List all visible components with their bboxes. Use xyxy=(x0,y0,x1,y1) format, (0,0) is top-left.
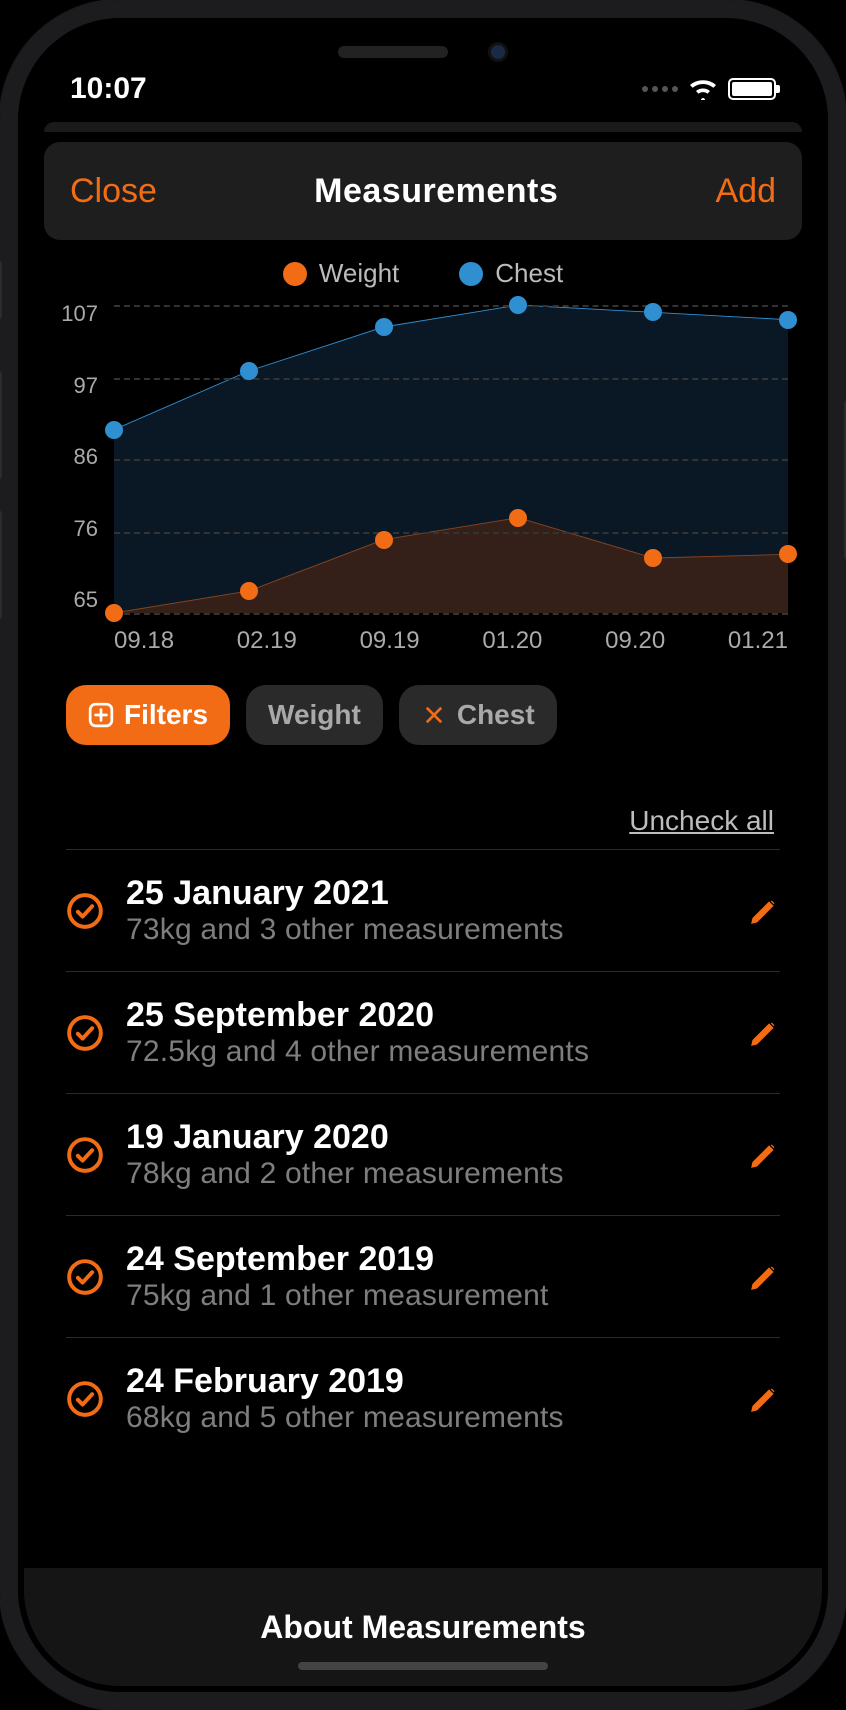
phone-frame: 10:07 Close Measurements Add Weight xyxy=(0,0,846,1710)
x-axis: 09.1802.1909.1901.2009.2001.21 xyxy=(114,627,788,655)
measurement-list: 25 January 202173kg and 3 other measurem… xyxy=(44,849,802,1459)
list-item-summary: 68kg and 5 other measurements xyxy=(126,1401,726,1435)
page-title: Measurements xyxy=(314,172,558,211)
chart-legend: Weight Chest xyxy=(44,240,802,301)
circle-icon xyxy=(459,262,483,286)
speaker-grill xyxy=(338,46,448,58)
check-circle-icon[interactable] xyxy=(66,1014,104,1052)
circle-icon xyxy=(283,262,307,286)
list-item-text: 25 September 202072.5kg and 4 other meas… xyxy=(126,996,726,1069)
list-item[interactable]: 25 January 202173kg and 3 other measurem… xyxy=(66,849,780,971)
data-point[interactable] xyxy=(779,545,797,563)
data-point[interactable] xyxy=(375,531,393,549)
filters-chip-label: Filters xyxy=(124,699,208,731)
phone-volume-down xyxy=(0,510,2,620)
notch xyxy=(273,24,573,80)
content: Weight Chest 10797867665 09.1802.1909.19… xyxy=(24,240,822,1686)
weight-chip[interactable]: Weight xyxy=(246,685,383,745)
edit-icon[interactable] xyxy=(748,1139,780,1171)
data-point[interactable] xyxy=(105,604,123,622)
close-icon xyxy=(421,702,447,728)
y-axis: 10797867665 xyxy=(52,301,98,613)
list-item-date: 25 January 2021 xyxy=(126,874,726,913)
legend-chest-label: Chest xyxy=(495,258,563,289)
edit-icon[interactable] xyxy=(748,895,780,927)
data-point[interactable] xyxy=(509,296,527,314)
edit-icon[interactable] xyxy=(748,1261,780,1293)
check-circle-icon[interactable] xyxy=(66,892,104,930)
list-item-summary: 78kg and 2 other measurements xyxy=(126,1157,726,1191)
close-button[interactable]: Close xyxy=(70,172,157,211)
legend-chest[interactable]: Chest xyxy=(459,258,563,289)
chest-chip-label: Chest xyxy=(457,699,535,731)
list-item-text: 25 January 202173kg and 3 other measurem… xyxy=(126,874,726,947)
list-item-text: 24 September 201975kg and 1 other measur… xyxy=(126,1240,726,1313)
edit-icon[interactable] xyxy=(748,1017,780,1049)
uncheck-row: Uncheck all xyxy=(44,745,802,849)
chart: 10797867665 09.1802.1909.1901.2009.2001.… xyxy=(44,301,802,661)
about-measurements-label: About Measurements xyxy=(260,1609,585,1646)
data-point[interactable] xyxy=(779,311,797,329)
phone-silence-switch xyxy=(0,260,2,320)
list-item[interactable]: 24 September 201975kg and 1 other measur… xyxy=(66,1215,780,1337)
list-item-date: 25 September 2020 xyxy=(126,996,726,1035)
list-item-date: 19 January 2020 xyxy=(126,1118,726,1157)
data-point[interactable] xyxy=(375,318,393,336)
sheet-top-edge xyxy=(44,122,802,132)
status-time: 10:07 xyxy=(70,72,147,106)
plus-square-icon xyxy=(88,702,114,728)
list-item[interactable]: 24 February 201968kg and 5 other measure… xyxy=(66,1337,780,1459)
cellular-dots-icon xyxy=(642,86,678,92)
phone-volume-up xyxy=(0,370,2,480)
list-item[interactable]: 19 January 202078kg and 2 other measurem… xyxy=(66,1093,780,1215)
front-camera xyxy=(488,42,508,62)
list-item-date: 24 September 2019 xyxy=(126,1240,726,1279)
list-item-date: 24 February 2019 xyxy=(126,1362,726,1401)
uncheck-all-link[interactable]: Uncheck all xyxy=(629,805,774,836)
data-point[interactable] xyxy=(509,509,527,527)
weight-chip-label: Weight xyxy=(268,699,361,731)
home-indicator[interactable] xyxy=(298,1662,548,1670)
check-circle-icon[interactable] xyxy=(66,1136,104,1174)
filters-chip[interactable]: Filters xyxy=(66,685,230,745)
check-circle-icon[interactable] xyxy=(66,1258,104,1296)
add-button[interactable]: Add xyxy=(715,172,776,211)
chest-chip[interactable]: Chest xyxy=(399,685,557,745)
data-point[interactable] xyxy=(644,303,662,321)
data-point[interactable] xyxy=(105,421,123,439)
plot-area xyxy=(114,305,788,613)
list-item-summary: 72.5kg and 4 other measurements xyxy=(126,1035,726,1069)
list-item-summary: 75kg and 1 other measurement xyxy=(126,1279,726,1313)
data-point[interactable] xyxy=(240,582,258,600)
data-point[interactable] xyxy=(240,362,258,380)
legend-weight-label: Weight xyxy=(319,258,399,289)
edit-icon[interactable] xyxy=(748,1383,780,1415)
screen: 10:07 Close Measurements Add Weight xyxy=(24,24,822,1686)
filter-chips: Filters Weight Chest xyxy=(44,661,802,745)
check-circle-icon[interactable] xyxy=(66,1380,104,1418)
legend-weight[interactable]: Weight xyxy=(283,258,399,289)
battery-icon xyxy=(728,78,776,100)
status-right xyxy=(642,78,776,100)
list-item[interactable]: 25 September 202072.5kg and 4 other meas… xyxy=(66,971,780,1093)
list-item-text: 24 February 201968kg and 5 other measure… xyxy=(126,1362,726,1435)
data-point[interactable] xyxy=(644,549,662,567)
nav-bar: Close Measurements Add xyxy=(44,142,802,240)
list-item-text: 19 January 202078kg and 2 other measurem… xyxy=(126,1118,726,1191)
wifi-icon xyxy=(688,78,718,100)
list-item-summary: 73kg and 3 other measurements xyxy=(126,913,726,947)
